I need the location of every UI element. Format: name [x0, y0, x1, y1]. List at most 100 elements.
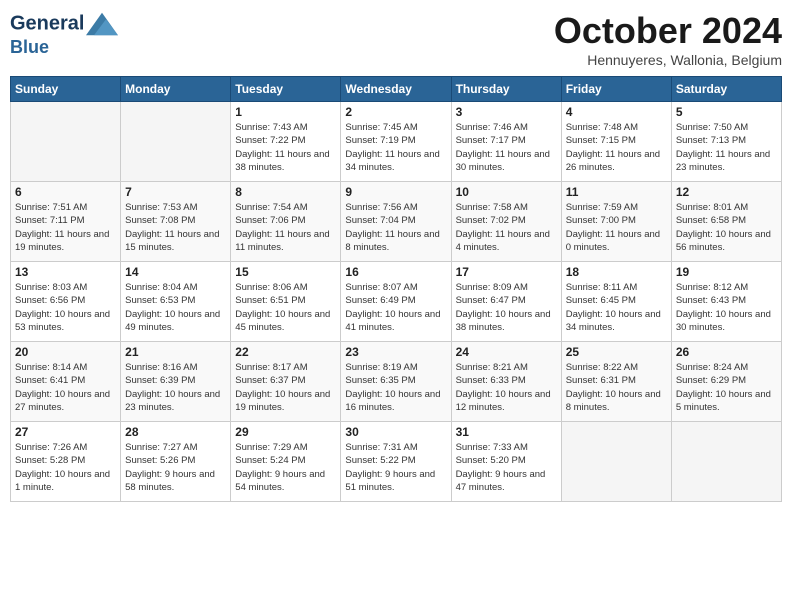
day-info: Sunrise: 7:56 AMSunset: 7:04 PMDaylight:…	[345, 201, 446, 254]
day-number: 14	[125, 265, 226, 279]
day-number: 11	[566, 185, 667, 199]
day-number: 24	[456, 345, 557, 359]
calendar-cell: 3 Sunrise: 7:46 AMSunset: 7:17 PMDaylight…	[451, 102, 561, 182]
day-info: Sunrise: 8:04 AMSunset: 6:53 PMDaylight:…	[125, 281, 226, 334]
day-number: 10	[456, 185, 557, 199]
calendar-cell	[121, 102, 231, 182]
day-info: Sunrise: 8:14 AMSunset: 6:41 PMDaylight:…	[15, 361, 116, 414]
week-row: 20 Sunrise: 8:14 AMSunset: 6:41 PMDayligh…	[11, 342, 782, 422]
calendar-table: SundayMondayTuesdayWednesdayThursdayFrid…	[10, 76, 782, 502]
calendar-cell: 2 Sunrise: 7:45 AMSunset: 7:19 PMDaylight…	[341, 102, 451, 182]
calendar-cell: 17 Sunrise: 8:09 AMSunset: 6:47 PMDayligh…	[451, 262, 561, 342]
week-row: 6 Sunrise: 7:51 AMSunset: 7:11 PMDaylight…	[11, 182, 782, 262]
calendar-cell: 20 Sunrise: 8:14 AMSunset: 6:41 PMDayligh…	[11, 342, 121, 422]
location: Hennuyeres, Wallonia, Belgium	[554, 52, 782, 68]
calendar-cell: 5 Sunrise: 7:50 AMSunset: 7:13 PMDaylight…	[671, 102, 781, 182]
calendar-cell: 22 Sunrise: 8:17 AMSunset: 6:37 PMDayligh…	[231, 342, 341, 422]
day-number: 5	[676, 105, 777, 119]
day-number: 31	[456, 425, 557, 439]
calendar-cell: 27 Sunrise: 7:26 AMSunset: 5:28 PMDayligh…	[11, 422, 121, 502]
day-number: 25	[566, 345, 667, 359]
calendar-cell: 23Sunrise: 8:19 AMSunset: 6:35 PMDayligh…	[341, 342, 451, 422]
logo-blue: Blue	[10, 38, 118, 58]
day-number: 26	[676, 345, 777, 359]
day-info: Sunrise: 8:12 AMSunset: 6:43 PMDaylight:…	[676, 281, 777, 334]
day-info: Sunrise: 7:43 AMSunset: 7:22 PMDaylight:…	[235, 121, 336, 174]
day-number: 6	[15, 185, 116, 199]
day-number: 15	[235, 265, 336, 279]
day-info: Sunrise: 7:33 AMSunset: 5:20 PMDaylight:…	[456, 441, 557, 494]
day-info: Sunrise: 8:17 AMSunset: 6:37 PMDaylight:…	[235, 361, 336, 414]
calendar-cell: 28 Sunrise: 7:27 AMSunset: 5:26 PMDayligh…	[121, 422, 231, 502]
day-info: Sunrise: 7:29 AMSunset: 5:24 PMDaylight:…	[235, 441, 336, 494]
col-header-monday: Monday	[121, 77, 231, 102]
day-info: Sunrise: 8:06 AMSunset: 6:51 PMDaylight:…	[235, 281, 336, 334]
day-number: 19	[676, 265, 777, 279]
day-number: 18	[566, 265, 667, 279]
day-info: Sunrise: 8:21 AMSunset: 6:33 PMDaylight:…	[456, 361, 557, 414]
day-number: 23	[345, 345, 446, 359]
day-number: 27	[15, 425, 116, 439]
day-info: Sunrise: 8:03 AMSunset: 6:56 PMDaylight:…	[15, 281, 116, 334]
calendar-cell	[11, 102, 121, 182]
col-header-tuesday: Tuesday	[231, 77, 341, 102]
day-info: Sunrise: 8:09 AMSunset: 6:47 PMDaylight:…	[456, 281, 557, 334]
calendar-cell: 29 Sunrise: 7:29 AMSunset: 5:24 PMDayligh…	[231, 422, 341, 502]
col-header-saturday: Saturday	[671, 77, 781, 102]
calendar-cell: 7Sunrise: 7:53 AMSunset: 7:08 PMDaylight…	[121, 182, 231, 262]
day-info: Sunrise: 7:46 AMSunset: 7:17 PMDaylight:…	[456, 121, 557, 174]
calendar-cell: 24 Sunrise: 8:21 AMSunset: 6:33 PMDayligh…	[451, 342, 561, 422]
day-number: 3	[456, 105, 557, 119]
day-number: 20	[15, 345, 116, 359]
day-number: 22	[235, 345, 336, 359]
calendar-cell: 30Sunrise: 7:31 AMSunset: 5:22 PMDayligh…	[341, 422, 451, 502]
day-info: Sunrise: 8:07 AMSunset: 6:49 PMDaylight:…	[345, 281, 446, 334]
calendar-cell: 26 Sunrise: 8:24 AMSunset: 6:29 PMDayligh…	[671, 342, 781, 422]
calendar-cell: 16 Sunrise: 8:07 AMSunset: 6:49 PMDayligh…	[341, 262, 451, 342]
day-info: Sunrise: 7:53 AMSunset: 7:08 PMDaylight:…	[125, 201, 226, 254]
calendar-cell: 25 Sunrise: 8:22 AMSunset: 6:31 PMDayligh…	[561, 342, 671, 422]
day-info: Sunrise: 7:45 AMSunset: 7:19 PMDaylight:…	[345, 121, 446, 174]
day-number: 4	[566, 105, 667, 119]
calendar-cell: 14 Sunrise: 8:04 AMSunset: 6:53 PMDayligh…	[121, 262, 231, 342]
calendar-cell: 8Sunrise: 7:54 AMSunset: 7:06 PMDaylight…	[231, 182, 341, 262]
calendar-cell: 6 Sunrise: 7:51 AMSunset: 7:11 PMDaylight…	[11, 182, 121, 262]
day-number: 1	[235, 105, 336, 119]
calendar-cell: 11 Sunrise: 7:59 AMSunset: 7:00 PMDayligh…	[561, 182, 671, 262]
day-number: 21	[125, 345, 226, 359]
day-info: Sunrise: 7:59 AMSunset: 7:00 PMDaylight:…	[566, 201, 667, 254]
day-info: Sunrise: 7:54 AMSunset: 7:06 PMDaylight:…	[235, 201, 336, 254]
week-row: 1 Sunrise: 7:43 AMSunset: 7:22 PMDaylight…	[11, 102, 782, 182]
day-headers: SundayMondayTuesdayWednesdayThursdayFrid…	[11, 77, 782, 102]
col-header-sunday: Sunday	[11, 77, 121, 102]
calendar-cell: 18Sunrise: 8:11 AMSunset: 6:45 PMDayligh…	[561, 262, 671, 342]
day-info: Sunrise: 8:16 AMSunset: 6:39 PMDaylight:…	[125, 361, 226, 414]
day-info: Sunrise: 7:48 AMSunset: 7:15 PMDaylight:…	[566, 121, 667, 174]
day-info: Sunrise: 7:27 AMSunset: 5:26 PMDaylight:…	[125, 441, 226, 494]
day-number: 17	[456, 265, 557, 279]
day-info: Sunrise: 8:24 AMSunset: 6:29 PMDaylight:…	[676, 361, 777, 414]
calendar-cell: 1 Sunrise: 7:43 AMSunset: 7:22 PMDaylight…	[231, 102, 341, 182]
col-header-wednesday: Wednesday	[341, 77, 451, 102]
day-info: Sunrise: 7:50 AMSunset: 7:13 PMDaylight:…	[676, 121, 777, 174]
calendar-cell: 13 Sunrise: 8:03 AMSunset: 6:56 PMDayligh…	[11, 262, 121, 342]
day-number: 30	[345, 425, 446, 439]
day-info: Sunrise: 7:26 AMSunset: 5:28 PMDaylight:…	[15, 441, 116, 494]
logo: General Blue	[10, 10, 118, 58]
day-number: 13	[15, 265, 116, 279]
col-header-thursday: Thursday	[451, 77, 561, 102]
day-number: 2	[345, 105, 446, 119]
day-number: 9	[345, 185, 446, 199]
col-header-friday: Friday	[561, 77, 671, 102]
day-info: Sunrise: 7:51 AMSunset: 7:11 PMDaylight:…	[15, 201, 116, 254]
day-number: 16	[345, 265, 446, 279]
page-header: General Blue October 2024 Hennuyeres, Wa…	[10, 10, 782, 68]
day-info: Sunrise: 7:58 AMSunset: 7:02 PMDaylight:…	[456, 201, 557, 254]
calendar-cell	[561, 422, 671, 502]
day-number: 29	[235, 425, 336, 439]
calendar-cell: 19 Sunrise: 8:12 AMSunset: 6:43 PMDayligh…	[671, 262, 781, 342]
calendar-cell: 31 Sunrise: 7:33 AMSunset: 5:20 PMDayligh…	[451, 422, 561, 502]
day-number: 28	[125, 425, 226, 439]
day-info: Sunrise: 8:22 AMSunset: 6:31 PMDaylight:…	[566, 361, 667, 414]
title-section: October 2024 Hennuyeres, Wallonia, Belgi…	[554, 10, 782, 68]
